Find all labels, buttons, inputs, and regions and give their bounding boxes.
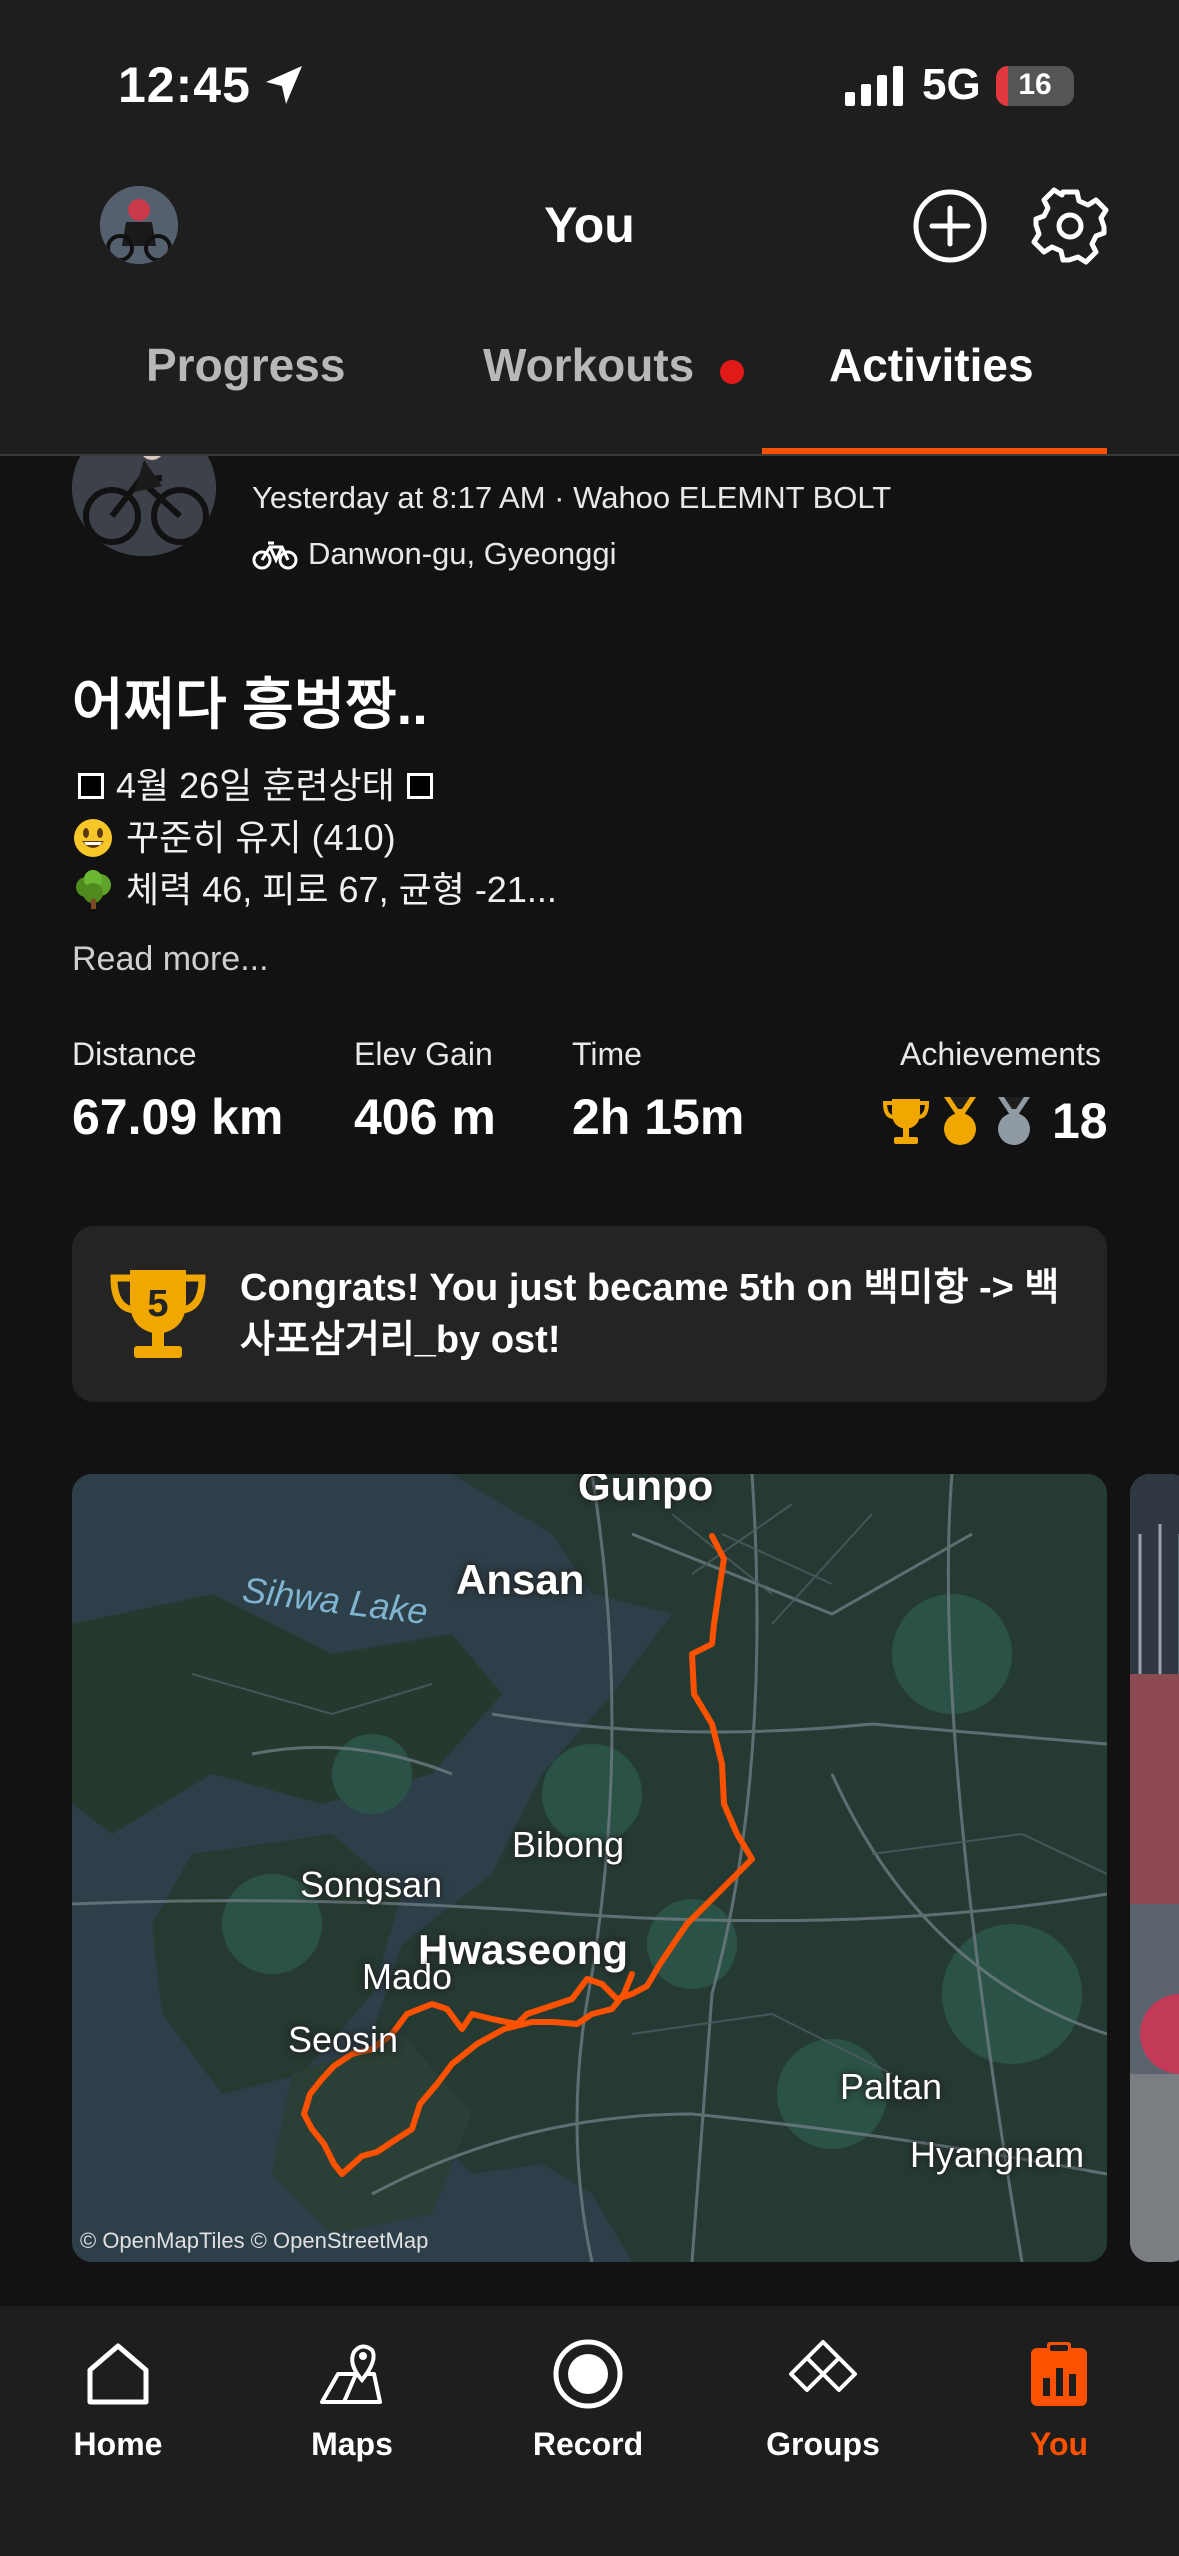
achievements-label: Achievements bbox=[900, 1036, 1101, 1072]
tabbar-maps-label: Maps bbox=[311, 2426, 393, 2462]
bike-icon bbox=[252, 541, 298, 570]
tab-progress[interactable]: Progress bbox=[146, 338, 345, 392]
map-label-gunpo: Gunpo bbox=[578, 1474, 714, 1509]
achievements[interactable]: 18 bbox=[882, 1092, 1108, 1150]
trophy-rank-icon: 5 bbox=[110, 1270, 206, 1358]
page-title: You bbox=[544, 197, 635, 253]
tabbar-home[interactable]: Home bbox=[28, 2326, 208, 2476]
map-icon bbox=[320, 2344, 382, 2404]
tab-workouts[interactable]: Workouts bbox=[483, 338, 694, 392]
route-map[interactable]: Gunpo Ansan Sihwa Lake Bibong Songsan Hw… bbox=[72, 1474, 1107, 2262]
activity-description[interactable]: 4월 26일 훈련상태 꾸준히 유지 (410) 체력 46, 피로 67, 균… bbox=[72, 760, 557, 916]
map-label-ansan: Ansan bbox=[456, 1556, 585, 1603]
battery-percent: 16 bbox=[1018, 68, 1052, 101]
activity-meta: Yesterday at 8:17 AM · Wahoo ELEMNT BOLT bbox=[252, 480, 892, 515]
network-type: 5G bbox=[922, 60, 981, 109]
black-square-icon bbox=[406, 773, 433, 799]
activity-title[interactable]: 어쩌다 흥벙짱.. bbox=[72, 660, 428, 741]
distance-label: Distance bbox=[72, 1036, 197, 1072]
status-time: 12:45 bbox=[118, 57, 251, 113]
location-text: Danwon-gu, Gyeonggi bbox=[308, 536, 617, 571]
congrats-text: Congrats! You just became 5th on 백미항 -> … bbox=[240, 1267, 1060, 1361]
tabbar-record-label: Record bbox=[532, 2426, 644, 2462]
map-label-bibong: Bibong bbox=[512, 1824, 625, 1865]
tabbar-groups[interactable]: Groups bbox=[733, 2326, 913, 2476]
time-label: Time bbox=[572, 1036, 642, 1072]
silver-medal-icon bbox=[998, 1097, 1030, 1145]
map-label-songsan: Songsan bbox=[300, 1864, 443, 1905]
header-divider bbox=[0, 454, 1179, 456]
distance-value: 67.09 km bbox=[72, 1089, 284, 1145]
elev-gain-label: Elev Gain bbox=[354, 1036, 493, 1072]
trophy-rank-number: 5 bbox=[147, 1283, 168, 1325]
tab-activities[interactable]: Activities bbox=[829, 338, 1034, 392]
segment-congrats-card[interactable]: 5 Congrats! You just became 5th on 백미항 -… bbox=[72, 1226, 1107, 1402]
description-line: 체력 46, 피로 67, 균형 -21... bbox=[72, 864, 557, 916]
smiley-emoji-icon bbox=[74, 819, 112, 857]
location-arrow-icon bbox=[266, 66, 302, 104]
tabbar-maps[interactable]: Maps bbox=[262, 2326, 442, 2476]
time-value: 2h 15m bbox=[572, 1089, 745, 1145]
battery-icon: 16 bbox=[996, 66, 1074, 106]
tabbar-record[interactable]: Record bbox=[498, 2326, 678, 2476]
gold-medal-icon bbox=[944, 1097, 976, 1145]
read-more-link[interactable]: Read more... bbox=[72, 940, 269, 979]
app-screen: Yesterday at 8:17 AM · Wahoo ELEMNT BOLT… bbox=[0, 0, 1179, 2556]
gear-icon[interactable] bbox=[1030, 186, 1110, 266]
tabbar-home-label: Home bbox=[73, 2426, 163, 2462]
top-bar: 12:45 5G 16 You Progress Workouts Activi… bbox=[0, 0, 1179, 456]
achievements-count: 18 bbox=[1052, 1093, 1108, 1149]
description-line: 4월 26일 훈련상태 bbox=[72, 760, 557, 812]
map-attribution: © OpenMapTiles © OpenStreetMap bbox=[80, 2228, 429, 2253]
next-media-card[interactable] bbox=[1130, 1474, 1179, 2262]
map-label-mado: Mado bbox=[362, 1956, 453, 1997]
add-icon[interactable] bbox=[910, 186, 990, 266]
tabbar-you[interactable]: You bbox=[969, 2326, 1149, 2476]
activity-location: Danwon-gu, Gyeonggi bbox=[252, 536, 616, 572]
map-label-hyangnam: Hyangnam bbox=[910, 2134, 1085, 2175]
tree-emoji-icon bbox=[76, 870, 111, 909]
black-square-icon bbox=[78, 773, 104, 799]
map-label-paltan: Paltan bbox=[840, 2066, 943, 2107]
elev-gain-value: 406 m bbox=[354, 1089, 496, 1145]
tabbar-you-label: You bbox=[1029, 2426, 1089, 2462]
gold-trophy-icon bbox=[882, 1099, 930, 1144]
you-icon bbox=[1031, 2342, 1087, 2406]
home-icon bbox=[87, 2343, 149, 2405]
tabbar-groups-label: Groups bbox=[766, 2426, 880, 2462]
record-icon bbox=[553, 2339, 623, 2409]
profile-tabs: Progress Workouts Activities bbox=[0, 330, 1179, 456]
groups-icon bbox=[789, 2340, 857, 2392]
workouts-notification-dot bbox=[720, 360, 744, 384]
bottom-tab-bar: Home Maps Record Groups You bbox=[0, 2306, 1179, 2556]
description-line: 꾸준히 유지 (410) bbox=[72, 812, 557, 864]
map-label-seosin: Seosin bbox=[288, 2019, 399, 2060]
cellular-signal-icon bbox=[845, 66, 903, 106]
